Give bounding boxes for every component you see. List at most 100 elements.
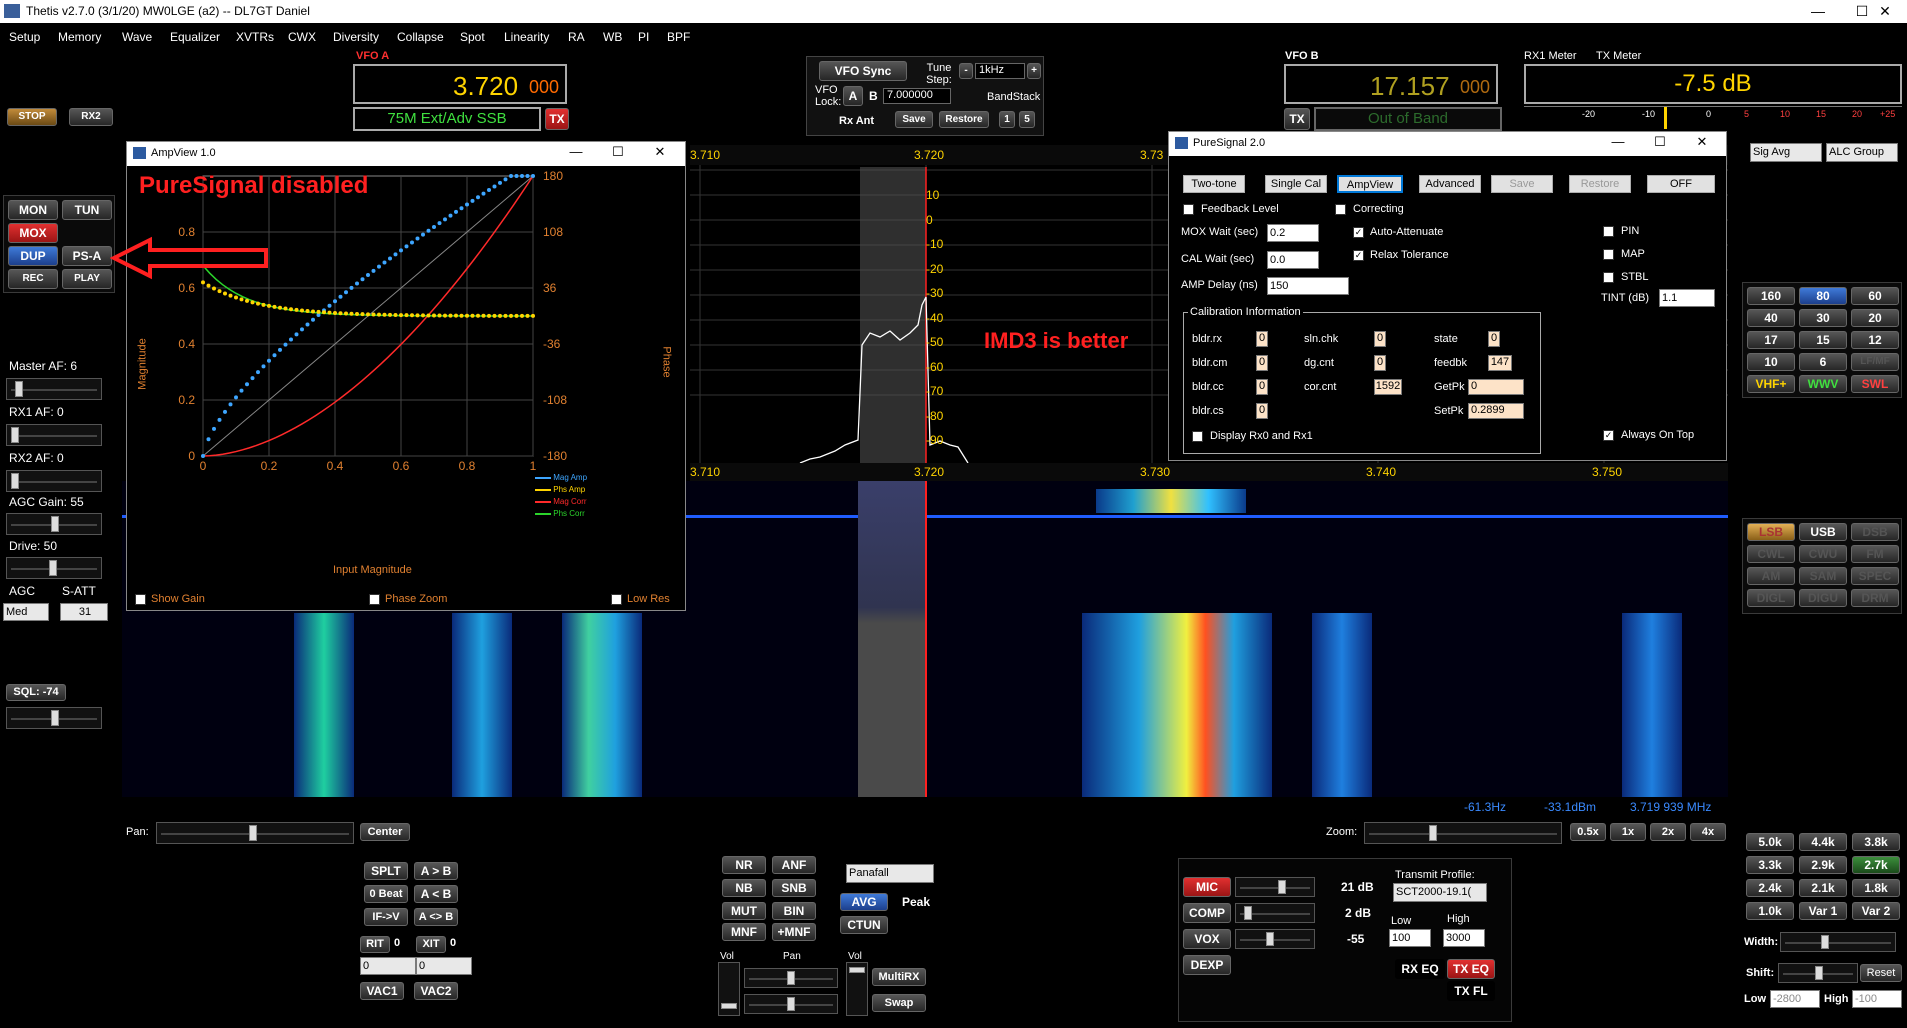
rx2-af-slider[interactable] <box>6 470 102 492</box>
mox-wait-spinner[interactable]: 0.2 <box>1267 224 1319 242</box>
filter-1-8k[interactable]: 1.8k <box>1852 879 1900 897</box>
menu-linearity[interactable]: Linearity <box>504 30 549 44</box>
peak-button[interactable]: Peak <box>892 893 940 911</box>
mode-dsb[interactable]: DSB <box>1851 523 1899 541</box>
pan-slider[interactable] <box>156 822 354 844</box>
display-mode-select[interactable]: Panafall <box>846 864 934 883</box>
play-button[interactable]: PLAY <box>62 269 112 289</box>
band-20[interactable]: 20 <box>1851 309 1899 327</box>
rec-button[interactable]: REC <box>8 269 58 289</box>
cal-wait-spinner[interactable]: 0.0 <box>1267 251 1319 269</box>
mic-button[interactable]: MIC <box>1183 877 1231 897</box>
mode-lsb[interactable]: LSB <box>1747 523 1795 541</box>
vac2-button[interactable]: VAC2 <box>414 982 458 1000</box>
sql-button[interactable]: SQL: -74 <box>6 684 66 701</box>
nr-button[interactable]: NR <box>722 856 766 874</box>
band-10[interactable]: 10 <box>1747 353 1795 371</box>
filter-4-4k[interactable]: 4.4k <box>1799 833 1847 851</box>
mute-button[interactable]: MUT <box>722 902 766 920</box>
menu-pi[interactable]: PI <box>638 30 649 44</box>
ampview-close-button[interactable]: ✕ <box>645 144 675 160</box>
agc-mode-select[interactable]: Med <box>3 603 49 621</box>
rx2-pan-slider[interactable] <box>744 994 838 1014</box>
shift-reset-button[interactable]: Reset <box>1860 964 1902 982</box>
band-lfmf[interactable]: LF/MF <box>1851 353 1899 371</box>
band-vhf[interactable]: VHF+ <box>1747 375 1795 393</box>
close-button[interactable]: ✕ <box>1863 0 1907 23</box>
snb-button[interactable]: SNB <box>772 879 816 897</box>
ps-restore-button[interactable]: Restore <box>1569 175 1631 193</box>
filter-3-3k[interactable]: 3.3k <box>1746 856 1794 874</box>
minimize-button[interactable]: — <box>1796 0 1840 23</box>
mode-fm[interactable]: FM <box>1851 545 1899 563</box>
tint-select[interactable]: 1.1 <box>1659 289 1715 307</box>
always-on-top-checkbox[interactable]: ✓ <box>1603 430 1614 441</box>
drive-slider[interactable] <box>6 557 102 579</box>
tune-step-plus[interactable]: + <box>1027 63 1041 79</box>
tx-fl-button[interactable]: TX FL <box>1447 981 1495 1001</box>
s-att-spinner[interactable]: 31 <box>60 603 108 621</box>
two-tone-button[interactable]: Two-tone <box>1183 175 1245 193</box>
ps-minimize-button[interactable]: — <box>1603 134 1633 149</box>
if-to-v-button[interactable]: IF->V <box>364 908 408 926</box>
xit-spinner[interactable]: 0 <box>416 957 472 975</box>
vfo-b-display[interactable]: 17.157 000 <box>1284 64 1498 104</box>
display-rx-checkbox[interactable] <box>1192 431 1203 442</box>
alc-group-select[interactable]: ALC Group <box>1826 143 1898 162</box>
rx-eq-button[interactable]: RX EQ <box>1395 959 1445 979</box>
ps-maximize-button[interactable]: ☐ <box>1645 134 1675 150</box>
band-30[interactable]: 30 <box>1799 309 1847 327</box>
zoom-05x-button[interactable]: 0.5x <box>1570 823 1606 841</box>
menu-diversity[interactable]: Diversity <box>333 30 379 44</box>
vfo-sync-button[interactable]: VFO Sync <box>819 61 907 81</box>
ps-a-button[interactable]: PS-A <box>62 246 112 266</box>
filter-var1[interactable]: Var 1 <box>1799 902 1847 920</box>
low-res-checkbox[interactable] <box>611 594 622 605</box>
rit-spinner[interactable]: 0 <box>360 957 416 975</box>
band-swl[interactable]: SWL <box>1851 375 1899 393</box>
ampview-maximize-button[interactable]: ☐ <box>603 144 633 160</box>
shift-slider[interactable] <box>1778 963 1858 983</box>
menu-memory[interactable]: Memory <box>58 30 101 44</box>
b-to-a-button[interactable]: A < B <box>414 885 458 903</box>
anf-button[interactable]: ANF <box>772 856 816 874</box>
band-160[interactable]: 160 <box>1747 287 1795 305</box>
menu-equalizer[interactable]: Equalizer <box>170 30 220 44</box>
band-6[interactable]: 6 <box>1799 353 1847 371</box>
band-15[interactable]: 15 <box>1799 331 1847 349</box>
swap-button[interactable]: Swap <box>872 994 926 1012</box>
a-to-b-button[interactable]: A > B <box>414 862 458 880</box>
filter-1-0k[interactable]: 1.0k <box>1746 902 1794 920</box>
agc-gain-slider[interactable] <box>6 513 102 535</box>
comp-slider[interactable] <box>1235 903 1315 923</box>
rx2-volume-slider[interactable] <box>846 962 868 1016</box>
center-button[interactable]: Center <box>360 823 410 841</box>
phase-zoom-checkbox[interactable] <box>369 594 380 605</box>
band-12[interactable]: 12 <box>1851 331 1899 349</box>
single-cal-button[interactable]: Single Cal <box>1265 175 1327 193</box>
bandstack-1-button[interactable]: 1 <box>999 111 1015 128</box>
menu-collapse[interactable]: Collapse <box>397 30 444 44</box>
menu-xvtrs[interactable]: XVTRs <box>236 30 274 44</box>
amp-delay-spinner[interactable]: 150 <box>1267 277 1349 295</box>
tune-step-minus[interactable]: - <box>959 63 973 79</box>
multirx-button[interactable]: MultiRX <box>872 968 926 986</box>
rit-button[interactable]: RIT <box>360 936 390 953</box>
menu-spot[interactable]: Spot <box>460 30 485 44</box>
zero-beat-button[interactable]: 0 Beat <box>364 885 408 903</box>
menu-ra[interactable]: RA <box>568 30 585 44</box>
rx1-af-slider[interactable] <box>6 424 102 446</box>
mode-usb[interactable]: USB <box>1799 523 1847 541</box>
filter-2-7k[interactable]: 2.7k <box>1852 856 1900 874</box>
correcting-checkbox[interactable] <box>1335 204 1346 215</box>
stop-button[interactable]: STOP <box>7 108 57 126</box>
band-80[interactable]: 80 <box>1799 287 1847 305</box>
filter-2-1k[interactable]: 2.1k <box>1799 879 1847 897</box>
filter-3-8k[interactable]: 3.8k <box>1852 833 1900 851</box>
feedback-level-checkbox[interactable] <box>1183 204 1194 215</box>
vfo-lock-a-button[interactable]: A <box>843 86 863 106</box>
stbl-checkbox[interactable] <box>1603 272 1614 283</box>
vox-button[interactable]: VOX <box>1183 929 1231 949</box>
ampview-button[interactable]: AmpView <box>1337 175 1403 193</box>
ampview-minimize-button[interactable]: — <box>561 144 591 159</box>
